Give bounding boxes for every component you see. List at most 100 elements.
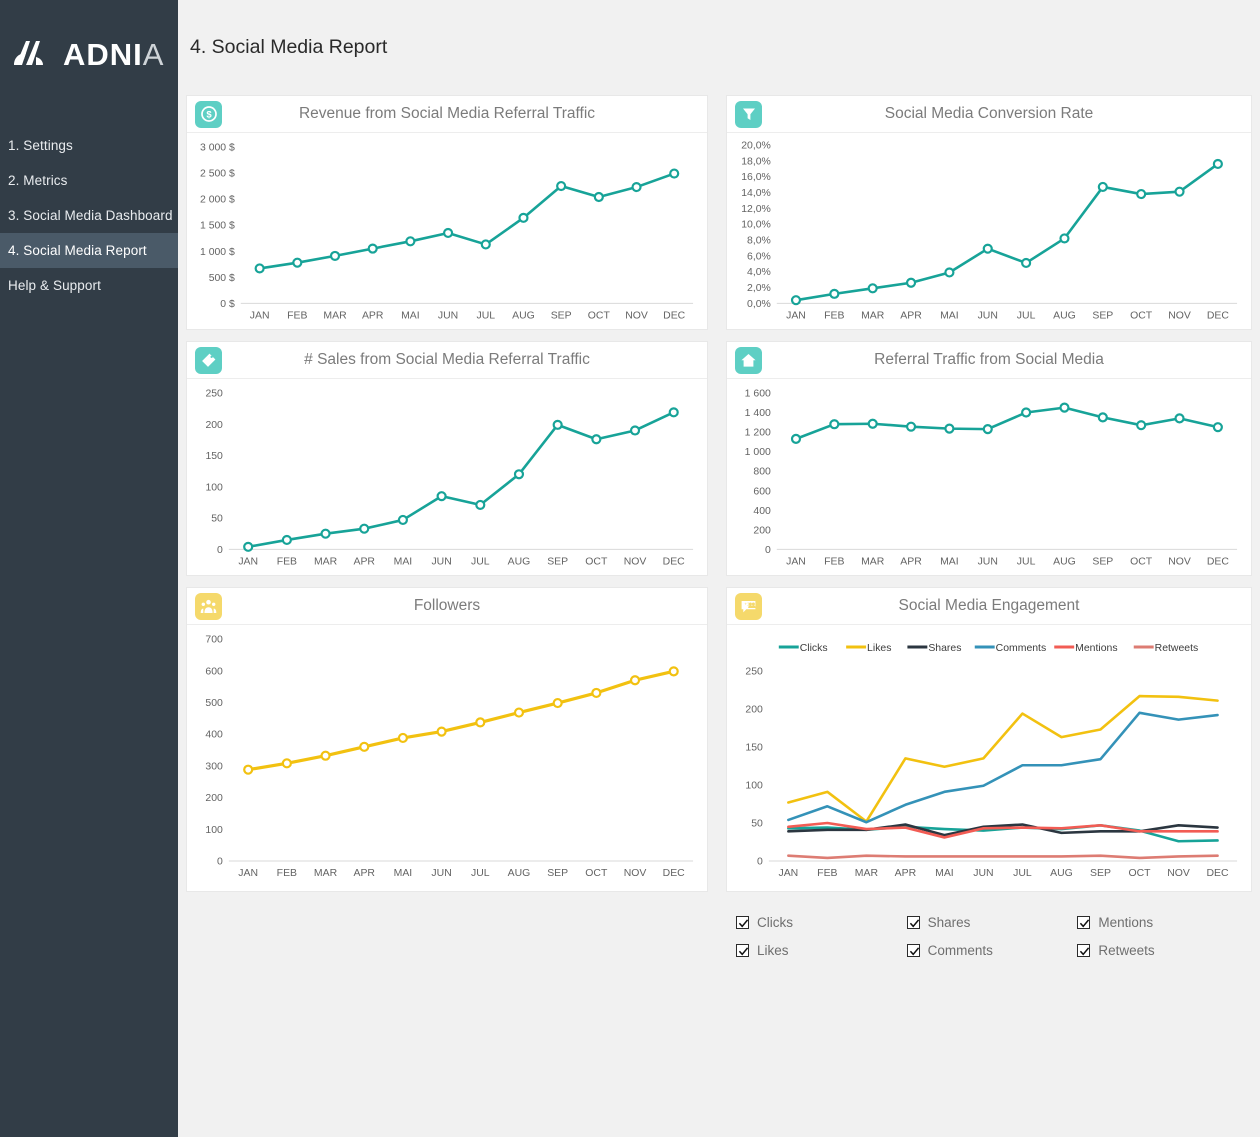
checkbox-label: Comments bbox=[928, 943, 993, 958]
sidebar-item-social-media-report[interactable]: 4. Social Media Report bbox=[0, 233, 178, 268]
svg-text:SEP: SEP bbox=[551, 310, 572, 321]
checkbox-mentions[interactable]: Mentions bbox=[1077, 915, 1248, 930]
checkbox-comments[interactable]: Comments bbox=[907, 943, 1078, 958]
panel-engagement: +1 Social Media Engagement 0501001502002… bbox=[726, 587, 1252, 892]
svg-text:Retweets: Retweets bbox=[1155, 643, 1199, 654]
svg-text:600: 600 bbox=[205, 666, 223, 677]
svg-text:700: 700 bbox=[205, 635, 223, 646]
chart-referral: 02004006008001 0001 2001 4001 600JANFEBM… bbox=[727, 379, 1251, 575]
svg-text:MAI: MAI bbox=[940, 310, 959, 321]
svg-text:SEP: SEP bbox=[547, 868, 568, 879]
checkbox-shares[interactable]: Shares bbox=[907, 915, 1078, 930]
checkbox-retweets[interactable]: Retweets bbox=[1077, 943, 1248, 958]
check-icon bbox=[1079, 918, 1090, 929]
svg-text:JUL: JUL bbox=[1013, 868, 1032, 879]
svg-text:100: 100 bbox=[205, 825, 223, 836]
brand-logo[interactable]: ADNIA bbox=[0, 0, 178, 108]
svg-text:Clicks: Clicks bbox=[800, 643, 828, 654]
svg-text:AUG: AUG bbox=[1050, 868, 1073, 879]
panel-sales: # Sales from Social Media Referral Traff… bbox=[186, 341, 708, 576]
checkbox-clicks[interactable]: Clicks bbox=[736, 915, 907, 930]
svg-text:200: 200 bbox=[205, 793, 223, 804]
svg-text:0: 0 bbox=[757, 857, 763, 868]
svg-text:JUN: JUN bbox=[431, 556, 451, 567]
svg-text:OCT: OCT bbox=[585, 868, 608, 879]
svg-text:JAN: JAN bbox=[250, 310, 270, 321]
svg-text:100: 100 bbox=[745, 781, 763, 792]
panel-referral: Referral Traffic from Social Media 02004… bbox=[726, 341, 1252, 576]
sidebar-item-label: 2. Metrics bbox=[8, 173, 68, 188]
svg-text:2 500 $: 2 500 $ bbox=[200, 169, 235, 180]
funnel-icon bbox=[735, 101, 762, 128]
svg-text:8,0%: 8,0% bbox=[747, 236, 771, 247]
sidebar: ADNIA 1. Settings 2. Metrics 3. Social M… bbox=[0, 0, 178, 1137]
svg-text:NOV: NOV bbox=[1168, 556, 1191, 567]
svg-text:FEB: FEB bbox=[817, 868, 837, 879]
svg-text:MAR: MAR bbox=[861, 310, 885, 321]
svg-text:JUN: JUN bbox=[431, 868, 451, 879]
panel-revenue: $ Revenue from Social Media Referral Tra… bbox=[186, 95, 708, 330]
svg-text:DEC: DEC bbox=[663, 868, 685, 879]
checkbox-box[interactable] bbox=[907, 944, 920, 957]
checkbox-label: Retweets bbox=[1098, 943, 1154, 958]
svg-text:FEB: FEB bbox=[824, 310, 844, 321]
panel-header: # Sales from Social Media Referral Traff… bbox=[187, 342, 707, 379]
price-tag-icon bbox=[195, 347, 222, 374]
panel-header: Social Media Conversion Rate bbox=[727, 96, 1251, 133]
svg-text:APR: APR bbox=[354, 556, 376, 567]
checkbox-box[interactable] bbox=[736, 916, 749, 929]
svg-text:MAR: MAR bbox=[323, 310, 347, 321]
svg-text:Likes: Likes bbox=[867, 643, 891, 654]
checkbox-box[interactable] bbox=[736, 944, 749, 957]
svg-text:SEP: SEP bbox=[1090, 868, 1111, 879]
main-content: 4. Social Media Report $ Revenue from So… bbox=[178, 0, 1260, 1137]
svg-text:250: 250 bbox=[745, 667, 763, 678]
svg-text:SEP: SEP bbox=[1092, 310, 1113, 321]
svg-text:JUN: JUN bbox=[978, 310, 998, 321]
checkbox-box[interactable] bbox=[1077, 916, 1090, 929]
svg-text:JAN: JAN bbox=[786, 310, 806, 321]
svg-text:APR: APR bbox=[895, 868, 917, 879]
svg-text:MAI: MAI bbox=[401, 310, 420, 321]
svg-text:SEP: SEP bbox=[547, 556, 568, 567]
page-title: 4. Social Media Report bbox=[186, 0, 1250, 95]
adnia-logo-icon bbox=[10, 37, 54, 71]
sidebar-item-settings[interactable]: 1. Settings bbox=[0, 128, 178, 163]
svg-text:MAI: MAI bbox=[940, 556, 959, 567]
svg-text:MAI: MAI bbox=[935, 868, 954, 879]
sidebar-item-social-media-dashboard[interactable]: 3. Social Media Dashboard bbox=[0, 198, 178, 233]
chart-conversion: 0,0%2,0%4,0%6,0%8,0%10,0%12,0%14,0%16,0%… bbox=[727, 133, 1251, 329]
svg-text:NOV: NOV bbox=[624, 868, 647, 879]
svg-text:MAI: MAI bbox=[394, 868, 413, 879]
svg-text:JUN: JUN bbox=[973, 868, 993, 879]
sidebar-item-label: 1. Settings bbox=[8, 138, 73, 153]
svg-text:APR: APR bbox=[362, 310, 384, 321]
svg-text:50: 50 bbox=[751, 819, 763, 830]
svg-text:Shares: Shares bbox=[928, 643, 961, 654]
panel-title: Revenue from Social Media Referral Traff… bbox=[187, 105, 707, 123]
checkbox-box[interactable] bbox=[1077, 944, 1090, 957]
svg-text:APR: APR bbox=[900, 556, 922, 567]
chart-sales: 050100150200250JANFEBMARAPRMAIJUNJULAUGS… bbox=[187, 379, 707, 575]
svg-text:4,0%: 4,0% bbox=[747, 267, 771, 278]
svg-text:500: 500 bbox=[205, 698, 223, 709]
svg-text:APR: APR bbox=[900, 310, 922, 321]
svg-text:MAR: MAR bbox=[855, 868, 879, 879]
panel-title: Followers bbox=[187, 597, 707, 615]
checkbox-box[interactable] bbox=[907, 916, 920, 929]
check-icon bbox=[909, 918, 920, 929]
svg-text:FEB: FEB bbox=[287, 310, 307, 321]
svg-text:200: 200 bbox=[745, 705, 763, 716]
checkbox-label: Shares bbox=[928, 915, 971, 930]
svg-text:DEC: DEC bbox=[663, 310, 686, 321]
checkbox-likes[interactable]: Likes bbox=[736, 943, 907, 958]
sidebar-item-label: 4. Social Media Report bbox=[8, 243, 147, 258]
svg-text:0,0%: 0,0% bbox=[747, 299, 771, 310]
svg-text:MAR: MAR bbox=[314, 556, 338, 567]
svg-text:1 600: 1 600 bbox=[745, 389, 771, 400]
sidebar-item-metrics[interactable]: 2. Metrics bbox=[0, 163, 178, 198]
svg-text:1 500 $: 1 500 $ bbox=[200, 221, 235, 232]
sidebar-item-help-support[interactable]: Help & Support bbox=[0, 268, 178, 303]
brand-name: ADNIA bbox=[63, 39, 164, 70]
panel-header: Referral Traffic from Social Media bbox=[727, 342, 1251, 379]
